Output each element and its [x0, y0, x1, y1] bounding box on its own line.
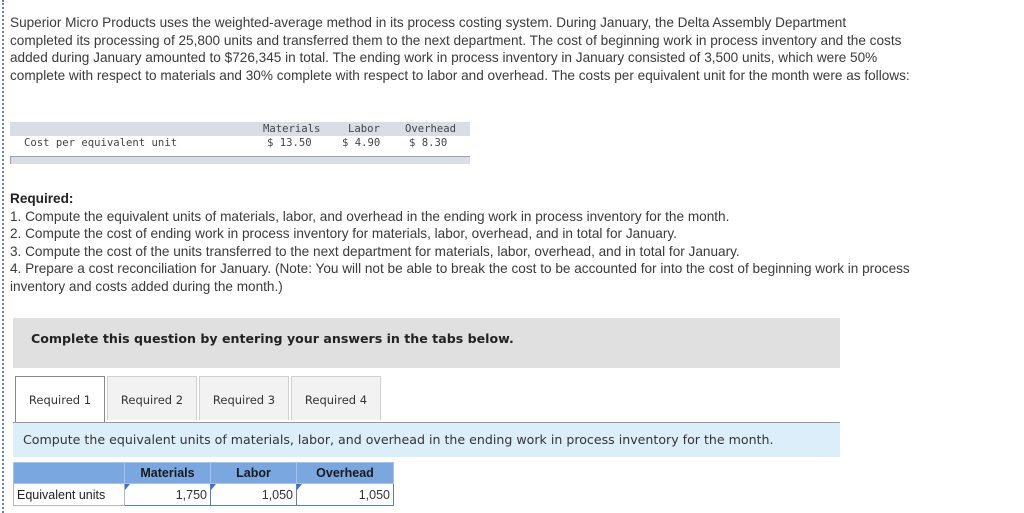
cost-value-materials: $ 13.50 — [267, 137, 312, 149]
cost-value-overhead: $ 8.30 — [409, 137, 448, 149]
tab-required-4[interactable]: Required 4 — [291, 376, 381, 420]
overhead-input[interactable]: 1,050 — [296, 483, 394, 506]
tab-required-2[interactable]: Required 2 — [107, 376, 197, 420]
required-section: Required: 1. Compute the equivalent unit… — [10, 190, 930, 295]
cost-table-header: Materials Labor Overhead — [10, 122, 470, 136]
cost-row-label: Cost per equivalent unit — [24, 137, 178, 149]
answer-table-header-row: Materials Labor Overhead — [13, 462, 394, 484]
labor-input[interactable]: 1,050 — [210, 483, 297, 506]
cost-header-labor: Labor — [348, 123, 380, 135]
tab-required-3[interactable]: Required 3 — [199, 376, 289, 420]
required-item-4: 4. Prepare a cost reconciliation for Jan… — [10, 261, 910, 294]
cost-table-footer — [10, 156, 470, 164]
materials-input-value: 1,750 — [175, 487, 207, 502]
table-row: Equivalent units 1,750 1,050 1,050 — [13, 483, 394, 506]
instructions-banner: Complete this question by entering your … — [13, 318, 840, 368]
answer-header-overhead: Overhead — [296, 462, 394, 484]
answer-header-materials: Materials — [124, 462, 211, 484]
required-title: Required: — [10, 191, 74, 206]
answer-header-labor: Labor — [210, 462, 297, 484]
cost-header-materials: Materials — [263, 123, 321, 135]
labor-input-value: 1,050 — [261, 487, 293, 502]
input-marker-icon — [125, 484, 130, 490]
materials-input[interactable]: 1,750 — [124, 483, 211, 506]
cost-per-equivalent-unit-table: Materials Labor Overhead Cost per equiva… — [10, 122, 470, 164]
left-dotted-border — [2, 0, 4, 513]
answer-header-blank — [13, 462, 125, 484]
required-item-3: 3. Compute the cost of the units transfe… — [10, 243, 740, 259]
problem-intro-text: Superior Micro Products uses the weighte… — [10, 15, 910, 83]
input-marker-icon — [211, 484, 216, 490]
equivalent-units-answer-table: Materials Labor Overhead Equivalent unit… — [13, 462, 394, 506]
overhead-input-value: 1,050 — [358, 487, 390, 502]
tab-panel-text: Compute the equivalent units of material… — [23, 432, 774, 447]
cost-table-row: Cost per equivalent unit $ 13.50 $ 4.90 … — [10, 136, 470, 152]
tab-required-1[interactable]: Required 1 — [15, 376, 105, 422]
instructions-text: Complete this question by entering your … — [31, 331, 514, 346]
cost-value-labor: $ 4.90 — [342, 137, 381, 149]
required-item-2: 2. Compute the cost of ending work in pr… — [10, 226, 677, 241]
tab-panel-instruction: Compute the equivalent units of material… — [13, 422, 840, 457]
cost-header-overhead: Overhead — [405, 123, 457, 135]
input-marker-icon — [297, 484, 302, 490]
answer-row-label: Equivalent units — [13, 483, 125, 506]
required-item-1: 1. Compute the equivalent units of mater… — [10, 208, 730, 224]
